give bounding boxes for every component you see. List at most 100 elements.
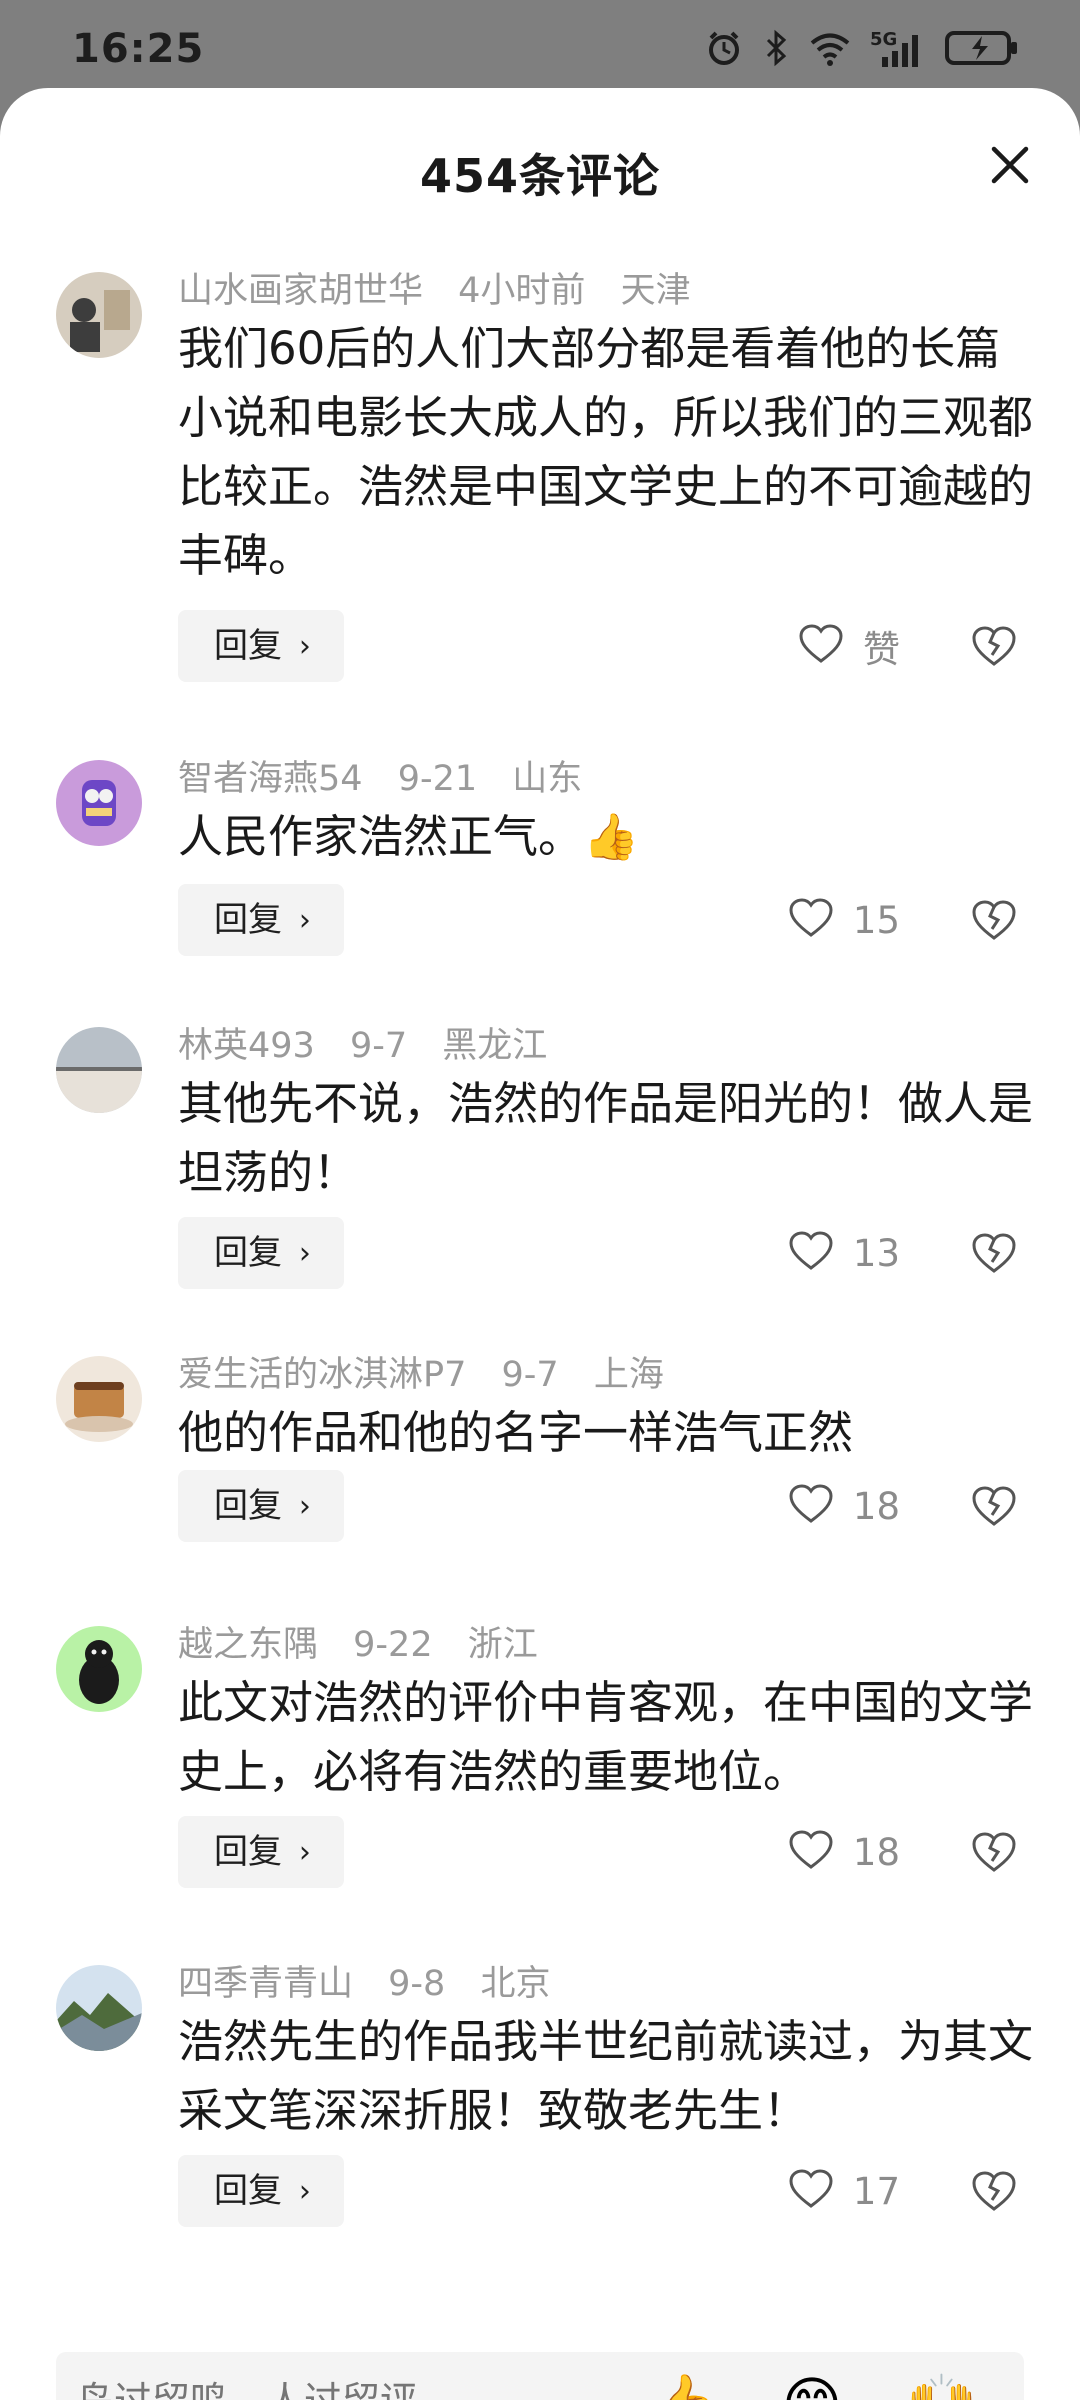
comment-author[interactable]: 智者海燕54	[178, 759, 363, 799]
reply-button[interactable]: 回复 ›	[178, 884, 344, 956]
comment-author[interactable]: 爱生活的冰淇淋P7	[178, 1355, 466, 1395]
reply-button[interactable]: 回复 ›	[178, 1816, 344, 1888]
dislike-button[interactable]	[970, 1482, 1018, 1530]
like-count: 17	[852, 2169, 900, 2213]
reply-button[interactable]: 回复 ›	[178, 1470, 344, 1542]
like-button[interactable]: 17	[787, 2155, 900, 2227]
heart-icon	[787, 2167, 835, 2215]
comment-text: 其他先不说，浩然的作品是阳光的！做人是坦荡的！	[178, 1077, 1034, 1199]
status-bar: 16:25 5G	[0, 0, 1080, 100]
dislike-button[interactable]	[970, 622, 1018, 670]
comment-time: 9-7	[501, 1355, 559, 1395]
broken-heart-icon	[972, 2171, 1016, 2211]
comment-time: 4小时前	[458, 271, 586, 311]
comment-author[interactable]: 四季青青山	[178, 1964, 353, 2004]
comment-compose-bar: 👍 😁 🙌	[56, 2352, 1024, 2400]
reply-label: 回复	[214, 1233, 282, 1273]
comment-location: 天津	[620, 271, 691, 311]
emoji-shortcuts: 👍 😁 🙌	[642, 2364, 982, 2400]
broken-heart-icon	[972, 626, 1016, 666]
comment-location: 黑龙江	[442, 1026, 548, 1066]
chevron-right-icon: ›	[298, 629, 311, 664]
alarm-icon	[704, 28, 744, 72]
dislike-button[interactable]	[970, 1828, 1018, 1876]
comment-time: 9-7	[349, 1026, 408, 1066]
close-icon	[991, 146, 1029, 184]
broken-heart-icon	[972, 900, 1016, 940]
chevron-right-icon: ›	[298, 1489, 311, 1524]
comment-item: 爱生活的冰淇淋P7 9-7 上海 他的作品和他的名字一样浩气正然 回复 › 18	[0, 1346, 1080, 1542]
comment-meta: 四季青青山 9-8 北京	[178, 1955, 574, 2005]
comment-input[interactable]	[74, 2380, 638, 2400]
comment-meta: 越之东隅 9-22 浙江	[178, 1616, 562, 1666]
avatar[interactable]	[56, 760, 142, 846]
like-button[interactable]: 18	[787, 1470, 900, 1542]
like-button[interactable]: 18	[787, 1816, 900, 1888]
comment-time: 9-21	[397, 759, 478, 799]
chevron-right-icon: ›	[298, 1835, 311, 1870]
emoji-raise-hands-button[interactable]: 🙌	[902, 2364, 982, 2400]
heart-icon	[787, 1482, 835, 1530]
broken-heart-icon	[972, 1832, 1016, 1872]
avatar[interactable]	[56, 1027, 142, 1113]
comment-meta: 山水画家胡世华 4小时前 天津	[178, 262, 715, 312]
like-count: 赞	[863, 628, 900, 671]
reply-button[interactable]: 回复 ›	[178, 610, 344, 682]
chevron-right-icon: ›	[298, 1236, 311, 1271]
comment-author[interactable]: 山水画家胡世华	[178, 271, 423, 311]
broken-heart-icon	[972, 1233, 1016, 1273]
comments-sheet: 454条评论 山水画家胡世华 4小时前 天津 我们60后的人们大部分都是看着他的…	[0, 88, 1080, 2400]
comment-location: 北京	[480, 1964, 551, 2004]
heart-icon	[787, 1828, 835, 1876]
comment-author[interactable]: 林英493	[178, 1026, 315, 1066]
comment-location: 上海	[593, 1355, 664, 1395]
like-button[interactable]: 13	[787, 1217, 900, 1289]
reply-label: 回复	[214, 626, 282, 666]
avatar[interactable]	[56, 1626, 142, 1712]
reply-button[interactable]: 回复 ›	[178, 1217, 344, 1289]
signal-icon: 5G	[870, 29, 926, 71]
network-label: 5G	[870, 29, 898, 50]
avatar[interactable]	[56, 1965, 142, 2051]
avatar[interactable]	[56, 272, 142, 358]
like-count: 18	[852, 1830, 900, 1874]
reply-label: 回复	[214, 1832, 282, 1872]
reply-button[interactable]: 回复 ›	[178, 2155, 344, 2227]
close-button[interactable]	[988, 143, 1032, 187]
broken-heart-icon	[972, 1486, 1016, 1526]
battery-icon	[944, 28, 1020, 72]
chevron-right-icon: ›	[298, 2174, 311, 2209]
dislike-button[interactable]	[970, 896, 1018, 944]
avatar[interactable]	[56, 1356, 142, 1442]
comment-text: 他的作品和他的名字一样浩气正然	[178, 1406, 854, 1459]
comment-meta: 智者海燕54 9-21 山东	[178, 750, 606, 800]
status-icons: 5G	[704, 24, 1020, 76]
comment-time: 9-22	[353, 1625, 433, 1665]
reply-label: 回复	[214, 2171, 282, 2211]
comment-location: 浙江	[467, 1625, 538, 1665]
comment-text: 浩然先生的作品我半世纪前就读过，为其文采文笔深深折服！致敬老先生！	[178, 2015, 1034, 2137]
bluetooth-icon	[762, 28, 790, 72]
like-button[interactable]: 赞	[797, 610, 900, 682]
reply-label: 回复	[214, 900, 282, 940]
comment-item: 越之东隅 9-22 浙江 此文对浩然的评价中肯客观，在中国的文学史上，必将有浩然…	[0, 1616, 1080, 1888]
comment-item: 智者海燕54 9-21 山东 人民作家浩然正气。👍 回复 › 15	[0, 750, 1080, 956]
comment-text: 此文对浩然的评价中肯客观，在中国的文学史上，必将有浩然的重要地位。	[178, 1676, 1034, 1798]
wifi-icon	[808, 28, 852, 72]
comment-author[interactable]: 越之东隅	[178, 1625, 318, 1665]
comment-text: 人民作家浩然正气。👍	[178, 810, 640, 863]
like-count: 18	[852, 1484, 900, 1528]
heart-icon	[787, 1229, 835, 1277]
dislike-button[interactable]	[970, 2167, 1018, 2215]
like-button[interactable]: 15	[787, 884, 900, 956]
comment-time: 9-8	[388, 1964, 446, 2004]
heart-icon	[797, 622, 845, 670]
dislike-button[interactable]	[970, 1229, 1018, 1277]
comment-meta: 爱生活的冰淇淋P7 9-7 上海	[178, 1346, 688, 1396]
emoji-grin-button[interactable]: 😁	[772, 2364, 852, 2400]
comments-title: 454条评论	[419, 149, 661, 203]
reply-label: 回复	[214, 1486, 282, 1526]
comment-text: 我们60后的人们大部分都是看着他的长篇小说和电影长大成人的，所以我们的三观都比较…	[178, 322, 1034, 582]
comment-item: 林英493 9-7 黑龙江 其他先不说，浩然的作品是阳光的！做人是坦荡的！ 回复…	[0, 1017, 1080, 1289]
emoji-thumbs-up-button[interactable]: 👍	[642, 2364, 722, 2400]
